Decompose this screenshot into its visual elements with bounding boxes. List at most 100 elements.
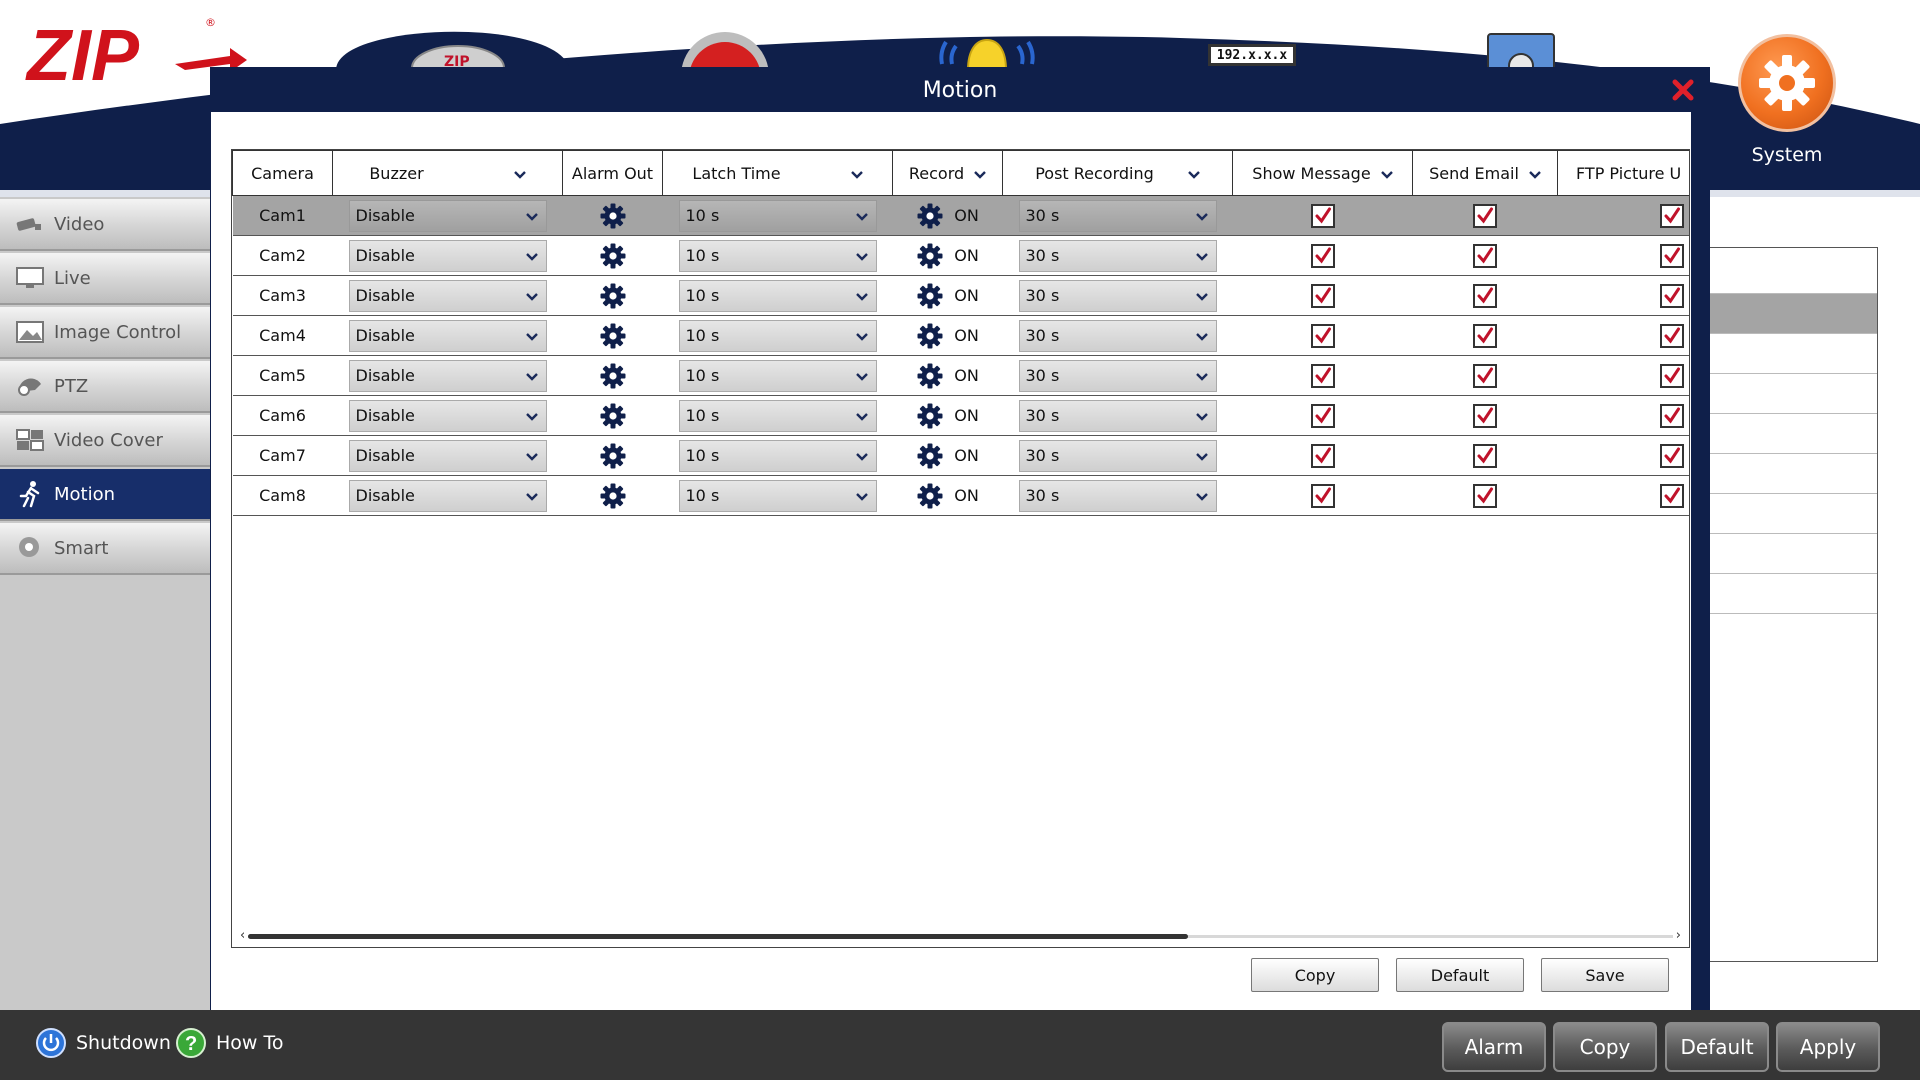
- ftp-picture-checkbox[interactable]: [1659, 443, 1684, 468]
- scroll-left-icon[interactable]: ‹: [240, 928, 245, 943]
- ftp-picture-checkbox[interactable]: [1659, 243, 1684, 268]
- buzzer-select[interactable]: Disable: [348, 279, 547, 312]
- post-recording-select[interactable]: 30 s: [1018, 399, 1217, 432]
- record-gear-icon[interactable]: [916, 282, 944, 310]
- system-gear-button[interactable]: [1738, 34, 1836, 132]
- post-recording-select[interactable]: 30 s: [1018, 359, 1217, 392]
- sidebar-item-ptz[interactable]: PTZ: [0, 361, 212, 413]
- send-email-checkbox[interactable]: [1473, 283, 1497, 308]
- sidebar-item-smart[interactable]: Smart: [0, 523, 212, 575]
- table-row[interactable]: Cam5 Disable 10 s ON 30 s: [232, 355, 1689, 396]
- table-row[interactable]: Cam8 Disable 10 s ON 30 s: [232, 475, 1689, 516]
- record-gear-icon[interactable]: [916, 442, 944, 470]
- record-gear-icon[interactable]: [916, 402, 944, 430]
- alarm-button[interactable]: Alarm: [1442, 1022, 1546, 1072]
- buzzer-select[interactable]: Disable: [348, 479, 547, 512]
- send-email-checkbox[interactable]: [1473, 483, 1497, 508]
- show-message-checkbox[interactable]: [1310, 403, 1335, 428]
- show-message-checkbox[interactable]: [1310, 283, 1335, 308]
- ftp-picture-checkbox[interactable]: [1659, 363, 1684, 388]
- column-header-send-email[interactable]: Send Email: [1412, 150, 1558, 196]
- scroll-right-icon[interactable]: ›: [1676, 928, 1681, 943]
- latch-time-select[interactable]: 10 s: [678, 399, 877, 432]
- alarm-out-gear-icon[interactable]: [599, 442, 627, 470]
- chevron-down-icon[interactable]: [1187, 164, 1200, 183]
- record-gear-icon[interactable]: [916, 322, 944, 350]
- show-message-checkbox[interactable]: [1310, 323, 1335, 348]
- post-recording-select[interactable]: 30 s: [1018, 279, 1217, 312]
- chevron-down-icon[interactable]: [1380, 164, 1393, 183]
- shutdown-button[interactable]: Shutdown: [36, 1028, 171, 1058]
- alarm-out-gear-icon[interactable]: [599, 322, 627, 350]
- post-recording-select[interactable]: 30 s: [1018, 239, 1217, 272]
- alarm-out-gear-icon[interactable]: [599, 242, 627, 270]
- show-message-checkbox[interactable]: [1310, 203, 1335, 228]
- latch-time-select[interactable]: 10 s: [678, 199, 877, 232]
- column-header-show-message[interactable]: Show Message: [1232, 150, 1413, 196]
- chevron-down-icon[interactable]: [850, 164, 863, 183]
- footer-default-button[interactable]: Default: [1665, 1022, 1769, 1072]
- chevron-down-icon[interactable]: [513, 164, 526, 183]
- post-recording-select[interactable]: 30 s: [1018, 479, 1217, 512]
- sidebar-item-motion[interactable]: Motion: [0, 469, 212, 521]
- latch-time-select[interactable]: 10 s: [678, 479, 877, 512]
- buzzer-select[interactable]: Disable: [348, 399, 547, 432]
- sidebar-item-video-cover[interactable]: Video Cover: [0, 415, 212, 467]
- alarm-out-gear-icon[interactable]: [599, 402, 627, 430]
- column-header-latch-time[interactable]: Latch Time: [662, 150, 893, 196]
- latch-time-select[interactable]: 10 s: [678, 319, 877, 352]
- table-row[interactable]: Cam3 Disable 10 s ON 30 s: [232, 275, 1689, 316]
- latch-time-select[interactable]: 10 s: [678, 439, 877, 472]
- send-email-checkbox[interactable]: [1473, 243, 1497, 268]
- ftp-picture-checkbox[interactable]: [1659, 203, 1684, 228]
- latch-time-select[interactable]: 10 s: [678, 239, 877, 272]
- table-row[interactable]: Cam2 Disable 10 s ON 30 s: [232, 235, 1689, 276]
- ftp-picture-checkbox[interactable]: [1659, 483, 1684, 508]
- ftp-picture-checkbox[interactable]: [1659, 323, 1684, 348]
- save-button[interactable]: Save: [1541, 958, 1669, 992]
- apply-button[interactable]: Apply: [1776, 1022, 1880, 1072]
- alarm-out-gear-icon[interactable]: [599, 362, 627, 390]
- column-header-buzzer[interactable]: Buzzer: [332, 150, 563, 196]
- send-email-checkbox[interactable]: [1473, 203, 1497, 228]
- footer-copy-button[interactable]: Copy: [1553, 1022, 1657, 1072]
- post-recording-select[interactable]: 30 s: [1018, 319, 1217, 352]
- ftp-picture-checkbox[interactable]: [1659, 403, 1684, 428]
- horizontal-scrollbar[interactable]: ‹ ›: [240, 928, 1681, 943]
- show-message-checkbox[interactable]: [1310, 243, 1335, 268]
- sidebar-item-image-control[interactable]: Image Control: [0, 307, 212, 359]
- table-row[interactable]: Cam6 Disable 10 s ON 30 s: [232, 395, 1689, 436]
- show-message-checkbox[interactable]: [1310, 443, 1335, 468]
- alarm-out-gear-icon[interactable]: [599, 482, 627, 510]
- hard-disk-icon[interactable]: [1486, 32, 1556, 79]
- alarm-out-gear-icon[interactable]: [599, 202, 627, 230]
- record-gear-icon[interactable]: [916, 362, 944, 390]
- sidebar-item-video[interactable]: Video: [0, 199, 212, 251]
- table-row[interactable]: Cam4 Disable 10 s ON 30 s: [232, 315, 1689, 356]
- send-email-checkbox[interactable]: [1473, 443, 1497, 468]
- record-gear-icon[interactable]: [916, 202, 944, 230]
- send-email-checkbox[interactable]: [1473, 323, 1497, 348]
- send-email-checkbox[interactable]: [1473, 363, 1497, 388]
- buzzer-select[interactable]: Disable: [348, 199, 547, 232]
- ftp-picture-checkbox[interactable]: [1659, 283, 1684, 308]
- alarm-out-gear-icon[interactable]: [599, 282, 627, 310]
- record-gear-icon[interactable]: [916, 242, 944, 270]
- show-message-checkbox[interactable]: [1310, 363, 1335, 388]
- default-button[interactable]: Default: [1396, 958, 1524, 992]
- latch-time-select[interactable]: 10 s: [678, 279, 877, 312]
- table-row[interactable]: Cam1 Disable 10 s ON 30 s: [232, 195, 1689, 236]
- close-button[interactable]: [1669, 76, 1697, 104]
- buzzer-select[interactable]: Disable: [348, 439, 547, 472]
- chevron-down-icon[interactable]: [1529, 164, 1541, 183]
- scrollbar-thumb[interactable]: [248, 934, 1188, 939]
- latch-time-select[interactable]: 10 s: [678, 359, 877, 392]
- how-to-button[interactable]: ? How To: [176, 1028, 284, 1058]
- send-email-checkbox[interactable]: [1473, 403, 1497, 428]
- column-header-record[interactable]: Record: [892, 150, 1003, 196]
- post-recording-select[interactable]: 30 s: [1018, 199, 1217, 232]
- column-header-post-recording[interactable]: Post Recording: [1002, 150, 1233, 196]
- buzzer-select[interactable]: Disable: [348, 239, 547, 272]
- chevron-down-icon[interactable]: [974, 164, 986, 183]
- table-row[interactable]: Cam7 Disable 10 s ON 30 s: [232, 435, 1689, 476]
